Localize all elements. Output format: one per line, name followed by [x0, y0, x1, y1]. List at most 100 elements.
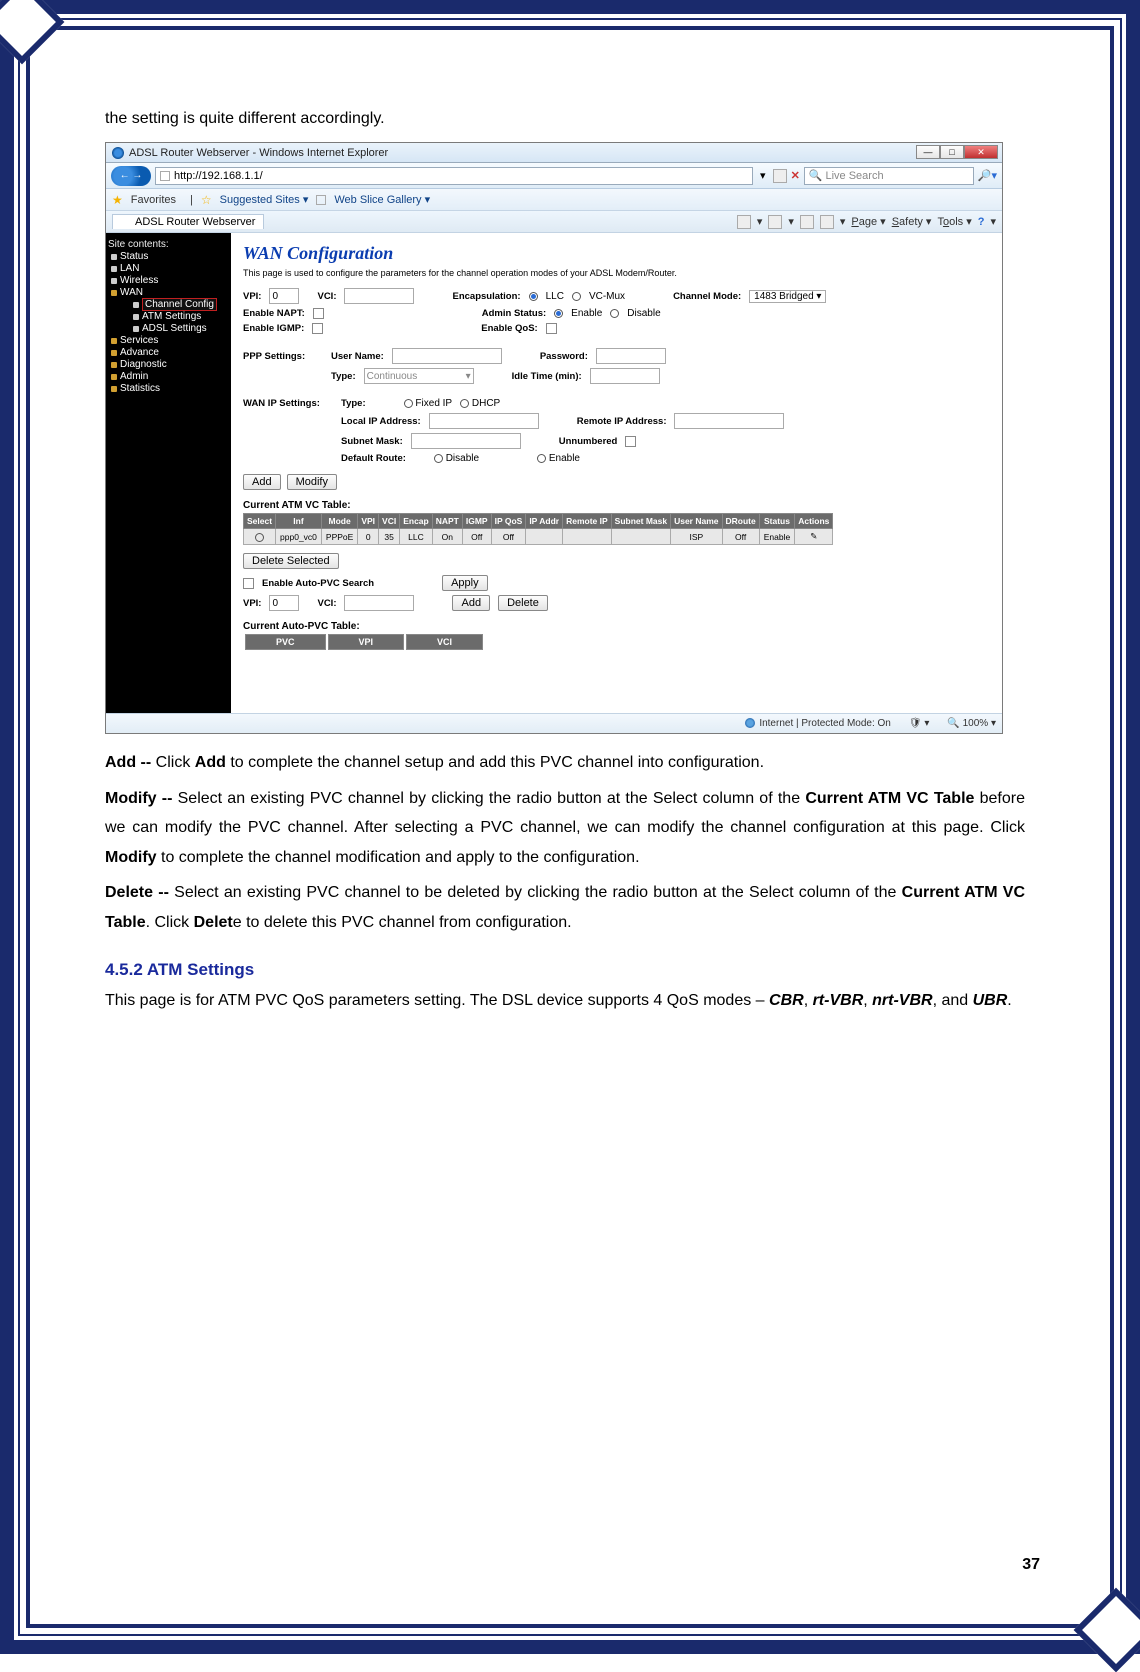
sidebar-item-wireless[interactable]: Wireless: [108, 275, 229, 287]
subnet-mask-input[interactable]: [411, 433, 521, 449]
wanip-dhcp-radio[interactable]: [460, 399, 469, 408]
vpi2-label: VPI:: [243, 598, 261, 609]
sidebar-item-diagnostic[interactable]: Diagnostic: [108, 359, 229, 371]
droute-disable-radio[interactable]: [434, 454, 443, 463]
ppp-username-input[interactable]: [392, 348, 502, 364]
qos-label: Enable QoS:: [481, 323, 537, 334]
home-icon[interactable]: [737, 215, 751, 229]
favorites-bar: ★ Favorites | ☆ Suggested Sites ▾ Web Sl…: [106, 189, 1002, 211]
th-droute: DRoute: [722, 514, 759, 529]
vpi2-input[interactable]: [269, 595, 299, 611]
close-button[interactable]: ✕: [964, 145, 998, 159]
sidebar-item-adsl-settings[interactable]: ADSL Settings: [130, 323, 229, 335]
channel-mode-select[interactable]: 1483 Bridged ▾: [749, 290, 826, 303]
favorites-star-icon[interactable]: ★: [112, 193, 123, 207]
edit-icon[interactable]: ✎: [810, 531, 817, 541]
web-slice-link[interactable]: Web Slice Gallery ▾: [334, 193, 430, 206]
admin-disable-radio[interactable]: [610, 309, 619, 318]
ppp-password-input[interactable]: [596, 348, 666, 364]
ppp-type-select[interactable]: Continuous▾: [364, 368, 474, 384]
idle-time-input[interactable]: [590, 368, 660, 384]
wanip-type-label: Type:: [341, 398, 366, 409]
vci2-label: VCI:: [317, 598, 336, 609]
unnumbered-checkbox[interactable]: [625, 436, 636, 447]
suggested-sites-link[interactable]: Suggested Sites ▾: [220, 193, 309, 206]
droute-enable-radio[interactable]: [537, 454, 546, 463]
refresh-icon[interactable]: [773, 169, 787, 183]
minimize-button[interactable]: —: [916, 145, 940, 159]
delete2-button[interactable]: Delete: [498, 595, 548, 611]
local-ip-input[interactable]: [429, 413, 539, 429]
igmp-checkbox[interactable]: [312, 323, 323, 334]
wanip-fixed-radio[interactable]: [404, 399, 413, 408]
add-button[interactable]: Add: [243, 474, 281, 490]
sidebar-item-lan[interactable]: LAN: [108, 263, 229, 275]
page-menu[interactable]: PPageage ▾: [851, 215, 885, 228]
sidebar-item-channel-config[interactable]: Channel Config: [130, 299, 229, 311]
active-tab[interactable]: ADSL Router Webserver: [112, 214, 264, 229]
idle-time-label: Idle Time (min):: [512, 371, 582, 382]
th-pvc: PVC: [245, 634, 326, 650]
auto-pvc-table-title: Current Auto-PVC Table:: [243, 621, 990, 632]
search-field[interactable]: 🔍 Live Search: [804, 167, 974, 185]
sidebar-item-status[interactable]: Status: [108, 251, 229, 263]
feeds-icon[interactable]: [768, 215, 782, 229]
sidebar-item-admin[interactable]: Admin: [108, 371, 229, 383]
vci-label: VCI:: [317, 291, 336, 302]
sidebar-item-atm-settings[interactable]: ATM Settings: [130, 311, 229, 323]
suggested-icon: ☆: [201, 193, 212, 207]
apply-button[interactable]: Apply: [442, 575, 488, 591]
auto-pvc-checkbox[interactable]: [243, 578, 254, 589]
vpi-input[interactable]: [269, 288, 299, 304]
cmd-sep3: ▾: [840, 215, 846, 228]
delete-selected-button[interactable]: Delete Selected: [243, 553, 339, 569]
napt-checkbox[interactable]: [313, 308, 324, 319]
remote-ip-label: Remote IP Address:: [577, 416, 667, 427]
help-icon[interactable]: ?: [978, 216, 985, 228]
row-select-radio[interactable]: [255, 533, 264, 542]
sidebar-item-wan[interactable]: WAN Channel Config ATM Settings ADSL Set…: [108, 287, 229, 335]
qos-checkbox[interactable]: [546, 323, 557, 334]
th-igmp: IGMP: [462, 514, 491, 529]
add2-button[interactable]: Add: [452, 595, 490, 611]
window-title: ADSL Router Webserver - Windows Internet…: [129, 147, 388, 159]
tab-favicon: [121, 217, 131, 227]
doc-modify-para: Modify -- Select an existing PVC channel…: [105, 784, 1025, 873]
sidebar-item-statistics[interactable]: Statistics: [108, 383, 229, 395]
ppp-settings-label: PPP Settings:: [243, 351, 323, 362]
print-icon[interactable]: [820, 215, 834, 229]
url-text: http://192.168.1.1/: [174, 170, 263, 182]
back-forward-buttons[interactable]: ← →: [111, 166, 151, 186]
titlebar: ADSL Router Webserver - Windows Internet…: [106, 143, 1002, 163]
remote-ip-input[interactable]: [674, 413, 784, 429]
vci2-input[interactable]: [344, 595, 414, 611]
dropdown-icon[interactable]: ▾: [757, 169, 769, 182]
favorites-label[interactable]: Favorites: [131, 194, 176, 206]
encap-vcmux-radio[interactable]: [572, 292, 581, 301]
vci-input[interactable]: [344, 288, 414, 304]
mail-icon[interactable]: [800, 215, 814, 229]
address-bar[interactable]: http://192.168.1.1/: [155, 167, 753, 185]
admin-status-label: Admin Status:: [482, 308, 546, 319]
tools-menu[interactable]: Tools ▾: [937, 215, 971, 228]
th-select: Select: [244, 514, 276, 529]
igmp-label: Enable IGMP:: [243, 323, 304, 334]
modify-button[interactable]: Modify: [287, 474, 337, 490]
sidebar-item-services[interactable]: Services: [108, 335, 229, 347]
encap-llc-radio[interactable]: [529, 292, 538, 301]
safety-menu[interactable]: Safety ▾: [892, 215, 932, 228]
stop-icon[interactable]: ✕: [791, 169, 800, 182]
admin-enable-radio[interactable]: [554, 309, 563, 318]
internet-zone-icon: [745, 718, 755, 728]
search-go-icon[interactable]: 🔎▾: [978, 169, 997, 182]
zoom-control[interactable]: 🔍 100% ▾: [947, 718, 996, 729]
bing-icon: 🔍: [809, 169, 823, 182]
vpi-label: VPI:: [243, 291, 261, 302]
table-row: ppp0_vc0 PPPoE 0 35 LLC On Off Off ISP O…: [244, 529, 833, 545]
doc-atm-para: This page is for ATM PVC QoS parameters …: [105, 986, 1025, 1016]
ppp-type-label: Type:: [331, 371, 356, 382]
protected-mode-dropdown[interactable]: 🛡 ▾: [909, 718, 930, 729]
atm-vc-table: Select Inf Mode VPI VCI Encap NAPT IGMP …: [243, 513, 833, 545]
maximize-button[interactable]: □: [940, 145, 964, 159]
sidebar-item-advance[interactable]: Advance: [108, 347, 229, 359]
